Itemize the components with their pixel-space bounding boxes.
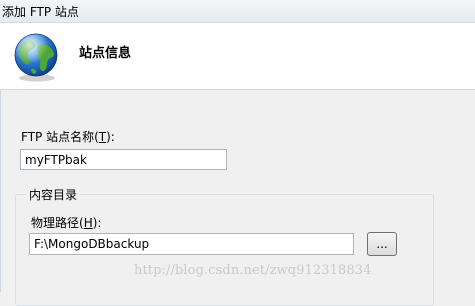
watermark-text: http://blog.csdn.net/zwq912318834	[134, 263, 372, 278]
window-title: 添加 FTP 站点	[2, 5, 79, 19]
site-name-input[interactable]	[20, 149, 227, 170]
physical-path-label-prefix: 物理路径(	[31, 216, 84, 230]
title-bar: 添加 FTP 站点	[0, 0, 475, 23]
site-name-accel-key: T	[98, 130, 107, 144]
site-name-label-suffix: ):	[106, 130, 115, 144]
left-border	[0, 89, 1, 292]
content-directory-legend: 内容目录	[26, 186, 81, 203]
physical-path-label: 物理路径(H):	[31, 214, 101, 231]
physical-path-accel-key: H	[83, 216, 93, 230]
site-name-label-prefix: FTP 站点名称(	[21, 130, 99, 144]
wizard-header: 站点信息	[0, 23, 475, 90]
physical-path-input[interactable]	[29, 233, 354, 255]
physical-path-label-suffix: ):	[92, 216, 102, 230]
section-title: 站点信息	[79, 46, 132, 61]
site-name-label: FTP 站点名称(T):	[21, 128, 115, 145]
globe-icon	[14, 33, 58, 82]
browse-button[interactable]: ...	[367, 232, 397, 256]
